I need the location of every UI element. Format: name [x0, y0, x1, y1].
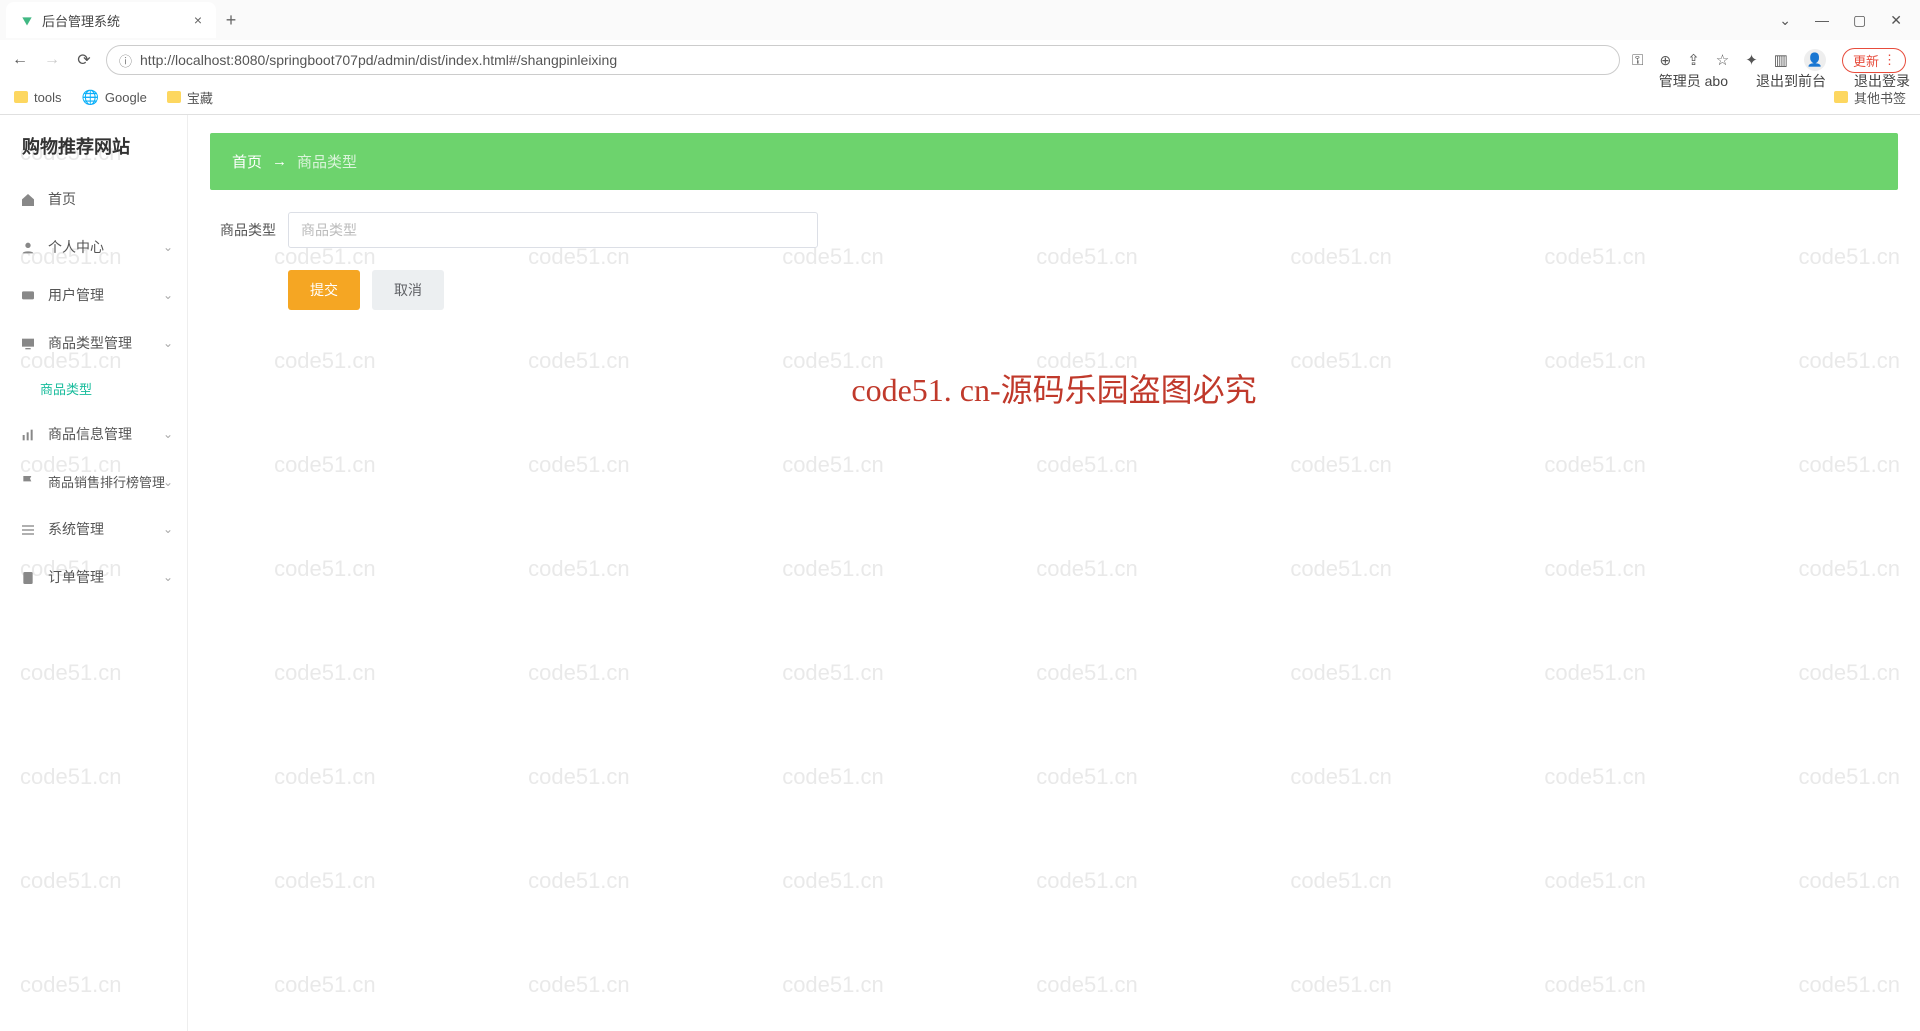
bookmark-treasure[interactable]: 宝藏 — [167, 88, 213, 107]
chevron-down-icon: ⌄ — [163, 288, 173, 302]
user-label[interactable]: 管理员 abo — [1659, 71, 1728, 91]
main-content: 管理员 abo 退出到前台 退出登录 首页 → 商品类型 商品类型 提交 取消 … — [188, 115, 1920, 1031]
breadcrumb-home[interactable]: 首页 — [232, 151, 262, 172]
browser-chrome: 后台管理系统 × + ⌄ — ▢ ✕ ← → ⟳ ⓘ http://localh… — [0, 0, 1920, 115]
product-type-input[interactable] — [288, 212, 818, 248]
flag-icon — [20, 473, 36, 490]
list-icon — [20, 520, 36, 537]
sidebar-item-label: 用户管理 — [48, 285, 104, 305]
url-input[interactable]: ⓘ http://localhost:8080/springboot707pd/… — [106, 45, 1620, 75]
chevron-down-icon: ⌄ — [163, 427, 173, 441]
chevron-down-icon[interactable]: ⌄ — [1779, 12, 1791, 29]
button-row: 提交 取消 — [288, 270, 1898, 310]
back-icon[interactable]: ← — [10, 51, 30, 69]
form-label: 商品类型 — [210, 220, 276, 240]
home-icon — [20, 190, 36, 207]
folder-icon — [167, 91, 181, 103]
folder-icon — [14, 91, 28, 103]
form-row-product-type: 商品类型 — [210, 212, 1898, 248]
address-bar: ← → ⟳ ⓘ http://localhost:8080/springboot… — [0, 40, 1920, 80]
sidebar-item-label: 首页 — [48, 189, 76, 209]
folder-icon — [1834, 91, 1848, 103]
star-icon[interactable]: ☆ — [1716, 51, 1729, 69]
zoom-icon[interactable]: ⊕ — [1659, 52, 1671, 69]
profile-icon[interactable]: 👤 — [1804, 49, 1826, 71]
sidebar-item-label: 商品销售排行榜管理 — [48, 472, 165, 491]
bars-icon — [20, 425, 36, 442]
chevron-down-icon: ⌄ — [163, 336, 173, 350]
cancel-button[interactable]: 取消 — [372, 270, 444, 310]
clipboard-icon — [20, 568, 36, 585]
breadcrumb: 首页 → 商品类型 — [210, 133, 1898, 190]
sidebar-item-users[interactable]: 用户管理 ⌄ — [0, 271, 187, 319]
chevron-down-icon: ⌄ — [163, 240, 173, 254]
site-info-icon[interactable]: ⓘ — [119, 51, 132, 70]
close-tab-icon[interactable]: × — [194, 12, 202, 28]
forward-icon[interactable]: → — [42, 51, 62, 69]
tab-bar: 后台管理系统 × + ⌄ — ▢ ✕ — [0, 0, 1920, 40]
extension-icon[interactable]: ✦ — [1745, 51, 1758, 69]
bookmark-google[interactable]: 🌐Google — [81, 89, 146, 106]
watermark-main: code51. cn-源码乐园盗图必究 — [851, 365, 1256, 411]
submit-button[interactable]: 提交 — [288, 270, 360, 310]
user-icon — [20, 238, 36, 255]
bookmark-tools[interactable]: tools — [14, 90, 61, 105]
sidebar-item-product-type[interactable]: 商品类型管理 ⌄ — [0, 319, 187, 367]
sidebar-item-label: 商品类型管理 — [48, 333, 132, 353]
sidebar-item-label: 商品信息管理 — [48, 424, 132, 444]
sidebar-item-home[interactable]: 首页 — [0, 175, 187, 223]
sidebar-item-profile[interactable]: 个人中心 ⌄ — [0, 223, 187, 271]
chevron-down-icon: ⌄ — [163, 570, 173, 584]
monitor-icon — [20, 334, 36, 351]
reload-icon[interactable]: ⟳ — [74, 50, 94, 70]
maximize-icon[interactable]: ▢ — [1853, 12, 1866, 29]
breadcrumb-current: 商品类型 — [297, 151, 357, 172]
chat-icon — [20, 286, 36, 303]
panel-icon[interactable]: ▥ — [1774, 51, 1788, 69]
sidebar-subitem-product-type[interactable]: 商品类型 — [0, 367, 187, 410]
password-key-icon[interactable]: ⚿ — [1632, 52, 1643, 69]
window-controls: ⌄ — ▢ ✕ — [1779, 12, 1920, 29]
vue-favicon-icon — [20, 13, 34, 27]
browser-tab[interactable]: 后台管理系统 × — [6, 2, 216, 38]
tab-title: 后台管理系统 — [42, 11, 186, 30]
form-area: 商品类型 提交 取消 — [210, 212, 1898, 310]
share-icon[interactable]: ⇪ — [1687, 51, 1700, 69]
sidebar-item-system[interactable]: 系统管理 ⌄ — [0, 505, 187, 553]
url-text: http://localhost:8080/springboot707pd/ad… — [140, 52, 1607, 68]
close-window-icon[interactable]: ✕ — [1890, 12, 1902, 29]
sidebar-item-product-info[interactable]: 商品信息管理 ⌄ — [0, 410, 187, 458]
update-button[interactable]: 更新⋮ — [1842, 48, 1906, 73]
sidebar-item-label: 个人中心 — [48, 237, 104, 257]
exit-front-link[interactable]: 退出到前台 — [1756, 71, 1826, 91]
chevron-down-icon: ⌄ — [163, 475, 173, 489]
sidebar-item-label: 系统管理 — [48, 519, 104, 539]
sidebar-item-orders[interactable]: 订单管理 ⌄ — [0, 553, 187, 601]
minimize-icon[interactable]: — — [1815, 12, 1829, 29]
app-title: 购物推荐网站 — [0, 115, 187, 175]
chevron-down-icon: ⌄ — [163, 522, 173, 536]
sidebar-item-label: 订单管理 — [48, 567, 104, 587]
app-root: 购物推荐网站 首页 个人中心 ⌄ 用户管理 ⌄ 商品类型管理 ⌄ 商品类型 商品… — [0, 115, 1920, 1031]
new-tab-button[interactable]: + — [216, 10, 246, 31]
logout-link[interactable]: 退出登录 — [1854, 71, 1910, 91]
sidebar-item-rank[interactable]: 商品销售排行榜管理 ⌄ — [0, 458, 187, 505]
bookmark-bar: tools 🌐Google 宝藏 其他书签 — [0, 80, 1920, 114]
sidebar: 购物推荐网站 首页 个人中心 ⌄ 用户管理 ⌄ 商品类型管理 ⌄ 商品类型 商品… — [0, 115, 188, 1031]
arrow-icon: → — [272, 153, 287, 170]
globe-icon: 🌐 — [81, 89, 98, 106]
